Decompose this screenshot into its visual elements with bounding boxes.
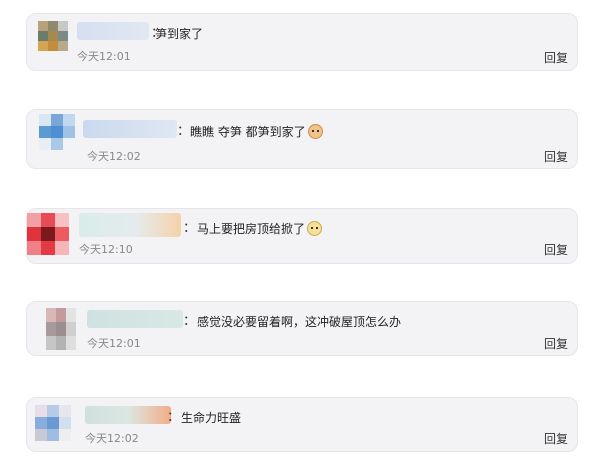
comment-card: ： 感觉没必要留着啊，这冲破屋顶怎么办 今天12:01 回复 — [26, 301, 578, 356]
username-blurred[interactable] — [79, 213, 181, 237]
comment-card: ： 生命力旺盛 今天12:02 回复 — [26, 397, 578, 452]
comment-time: 今天12:01 — [77, 50, 131, 63]
comment-time: 今天12:10 — [79, 243, 133, 256]
comment-time: 今天12:02 — [85, 432, 139, 445]
name-separator: ： — [177, 124, 191, 139]
comment-text: 马上要把房顶给掀了 — [197, 220, 323, 237]
comment-text: 笋到家了 — [155, 27, 204, 41]
reply-button[interactable]: 回复 — [544, 241, 568, 258]
avatar[interactable] — [35, 405, 71, 441]
comment-time: 今天12:02 — [87, 150, 141, 163]
avatar[interactable] — [27, 213, 69, 255]
reply-button[interactable]: 回复 — [544, 335, 568, 352]
name-separator: ： — [183, 314, 197, 329]
reply-button[interactable]: 回复 — [544, 49, 568, 66]
avatar[interactable] — [46, 308, 76, 350]
name-separator: ： — [167, 410, 181, 425]
reply-button[interactable]: 回复 — [544, 430, 568, 447]
comment-text: 感觉没必要留着啊，这冲破屋顶怎么办 — [197, 315, 402, 329]
avatar[interactable] — [38, 21, 68, 51]
comment-card: ： 瞧瞧 夺笋 都笋到家了 今天12:02 回复 — [26, 109, 578, 169]
username-blurred[interactable] — [85, 406, 171, 424]
username-blurred[interactable] — [87, 310, 183, 328]
comment-text: 生命力旺盛 — [181, 411, 242, 425]
name-separator: ： — [183, 221, 197, 236]
avatar[interactable] — [39, 114, 75, 150]
comment-card: ： 马上要把房顶给掀了 今天12:10 回复 — [26, 208, 578, 264]
username-blurred[interactable] — [83, 120, 177, 138]
cat-face-emoji — [307, 124, 323, 139]
comment-card: ： 笋到家了 今天12:01 回复 — [26, 13, 578, 71]
comment-text: 瞧瞧 夺笋 都笋到家了 — [190, 123, 323, 140]
reply-button[interactable]: 回复 — [544, 148, 568, 165]
comment-time: 今天12:01 — [87, 337, 141, 350]
dog-face-emoji — [307, 221, 323, 236]
username-blurred[interactable] — [77, 22, 149, 40]
